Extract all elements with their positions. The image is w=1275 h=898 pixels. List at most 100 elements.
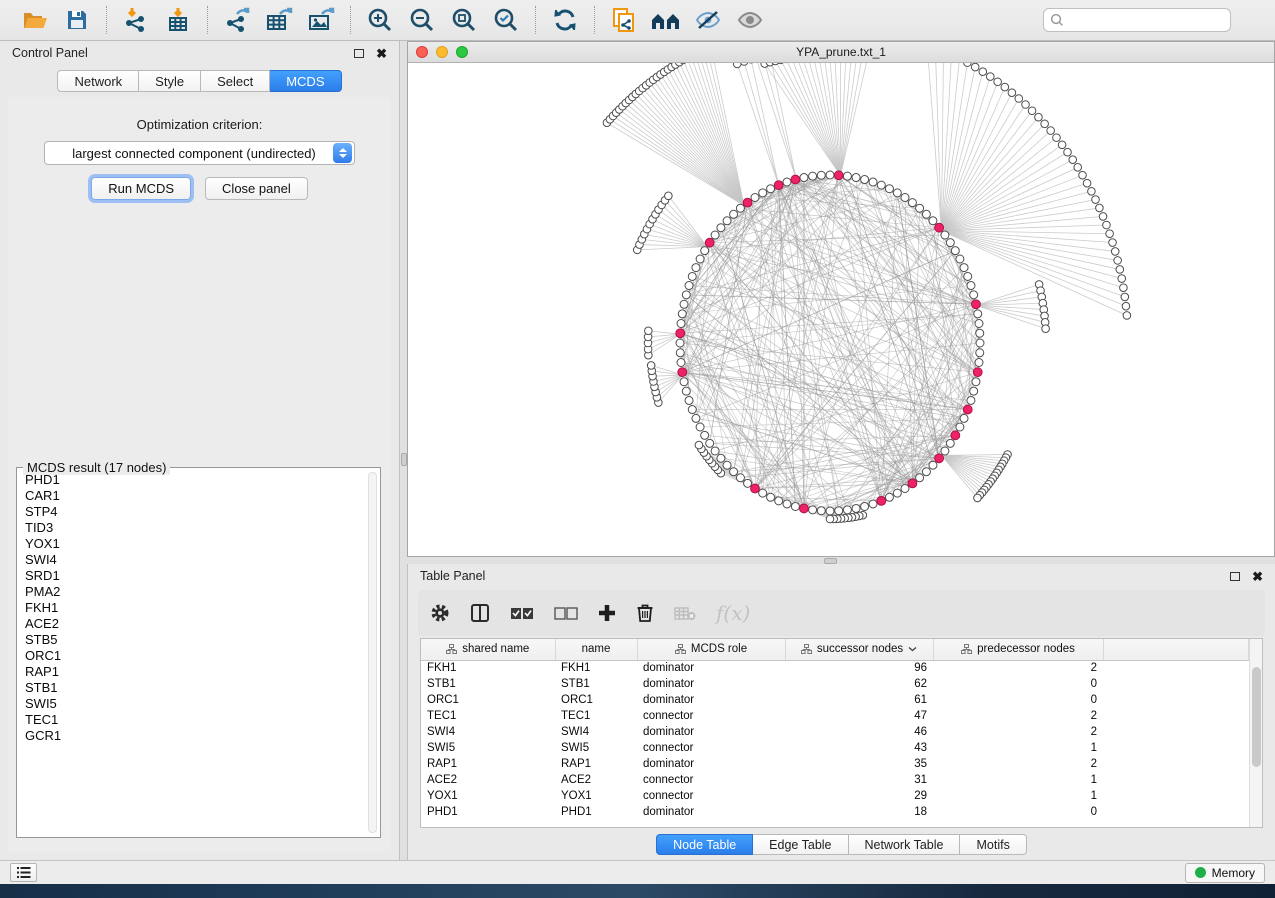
network-node[interactable]: [1088, 187, 1096, 195]
table-row[interactable]: STB1STB1dominator620: [421, 676, 1249, 692]
tab-select[interactable]: Select: [201, 70, 270, 92]
network-node[interactable]: [967, 282, 975, 290]
network-node[interactable]: [751, 194, 759, 202]
network-node[interactable]: [964, 63, 972, 66]
network-node[interactable]: [688, 406, 696, 414]
close-panel-button[interactable]: Close panel: [205, 177, 308, 200]
network-node[interactable]: [717, 224, 725, 232]
mcds-network-node[interactable]: [678, 368, 687, 377]
table-row[interactable]: ACE2ACE2connector311: [421, 772, 1249, 788]
mcds-result-item[interactable]: PHD1: [21, 472, 366, 488]
network-node[interactable]: [696, 423, 704, 431]
search-input[interactable]: [1043, 8, 1231, 32]
mcds-network-node[interactable]: [908, 479, 917, 488]
mcds-network-node[interactable]: [751, 484, 760, 493]
network-node[interactable]: [759, 489, 767, 497]
network-node[interactable]: [1116, 266, 1124, 274]
network-node[interactable]: [1001, 83, 1009, 91]
network-node[interactable]: [1096, 204, 1104, 212]
network-node[interactable]: [1123, 312, 1131, 320]
import-network-button[interactable]: [117, 4, 155, 36]
tab-motifs[interactable]: Motifs: [960, 834, 1026, 855]
mcds-result-item[interactable]: YOX1: [21, 536, 366, 552]
float-panel-icon[interactable]: [354, 49, 364, 58]
network-node[interactable]: [678, 310, 686, 318]
network-node[interactable]: [979, 68, 987, 76]
col-header-successor-nodes[interactable]: successor nodes: [785, 639, 933, 660]
clone-network-button[interactable]: [605, 4, 643, 36]
mcds-result-item[interactable]: GCR1: [21, 728, 366, 744]
network-node[interactable]: [922, 468, 930, 476]
tab-style[interactable]: Style: [139, 70, 201, 92]
table-row[interactable]: SWI5SWI5connector431: [421, 740, 1249, 756]
network-node[interactable]: [908, 199, 916, 207]
network-node[interactable]: [775, 497, 783, 505]
network-node[interactable]: [730, 210, 738, 218]
network-node[interactable]: [976, 339, 984, 347]
network-node[interactable]: [791, 502, 799, 510]
network-node[interactable]: [901, 194, 909, 202]
col-header-mcds-role[interactable]: MCDS role: [637, 639, 785, 660]
table-row[interactable]: RAP1RAP1dominator352: [421, 756, 1249, 772]
table-row[interactable]: YOX1YOX1connector291: [421, 788, 1249, 804]
network-node[interactable]: [976, 349, 984, 357]
mcds-result-item[interactable]: TID3: [21, 520, 366, 536]
network-node[interactable]: [1109, 239, 1117, 247]
network-node[interactable]: [885, 185, 893, 193]
network-node[interactable]: [893, 189, 901, 197]
network-node[interactable]: [1008, 89, 1016, 97]
mcds-network-node[interactable]: [935, 223, 944, 232]
mcds-network-node[interactable]: [972, 300, 981, 309]
network-node[interactable]: [970, 291, 978, 299]
network-node[interactable]: [809, 506, 817, 514]
delete-column-icon[interactable]: [636, 603, 654, 623]
tab-edge-table[interactable]: Edge Table: [753, 834, 848, 855]
network-node[interactable]: [1022, 101, 1030, 109]
col-header-name[interactable]: name: [555, 639, 637, 660]
float-panel-icon[interactable]: [1230, 572, 1240, 581]
network-node[interactable]: [744, 479, 752, 487]
network-node[interactable]: [676, 339, 684, 347]
network-node[interactable]: [1074, 164, 1082, 172]
mcds-network-node[interactable]: [963, 405, 972, 414]
close-panel-icon[interactable]: ✖: [1252, 570, 1263, 583]
network-node[interactable]: [960, 414, 968, 422]
network-node[interactable]: [680, 300, 688, 308]
network-node[interactable]: [951, 247, 959, 255]
mcds-network-node[interactable]: [774, 181, 783, 190]
network-node[interactable]: [970, 387, 978, 395]
mcds-result-item[interactable]: CAR1: [21, 488, 366, 504]
mcds-result-item[interactable]: TEC1: [21, 712, 366, 728]
network-node[interactable]: [1047, 127, 1055, 135]
network-node[interactable]: [986, 73, 994, 81]
close-panel-icon[interactable]: ✖: [376, 47, 387, 60]
mcds-result-item[interactable]: ORC1: [21, 648, 366, 664]
network-node[interactable]: [861, 502, 869, 510]
network-node[interactable]: [682, 387, 690, 395]
network-node[interactable]: [1064, 148, 1072, 156]
network-node[interactable]: [960, 264, 968, 272]
network-node[interactable]: [901, 484, 909, 492]
tab-network[interactable]: Network: [57, 70, 139, 92]
mcds-result-item[interactable]: STB5: [21, 632, 366, 648]
export-table-button[interactable]: [260, 4, 298, 36]
network-node[interactable]: [688, 272, 696, 280]
mcds-result-item[interactable]: FKH1: [21, 600, 366, 616]
tab-mcds[interactable]: MCDS: [270, 70, 341, 92]
network-node[interactable]: [826, 515, 834, 523]
hide-selected-button[interactable]: [689, 4, 727, 36]
network-node[interactable]: [692, 264, 700, 272]
network-node[interactable]: [711, 231, 719, 239]
network-node[interactable]: [852, 174, 860, 182]
network-node[interactable]: [1035, 113, 1043, 121]
deselect-all-columns-icon[interactable]: [554, 607, 578, 620]
network-node[interactable]: [956, 423, 964, 431]
network-node[interactable]: [1114, 257, 1122, 265]
table-row[interactable]: ORC1ORC1dominator610: [421, 692, 1249, 708]
select-all-columns-icon[interactable]: [510, 607, 534, 620]
mcds-network-node[interactable]: [705, 238, 714, 247]
network-node[interactable]: [835, 507, 843, 515]
network-node[interactable]: [701, 431, 709, 439]
network-node[interactable]: [1028, 107, 1036, 115]
network-node[interactable]: [1053, 134, 1061, 142]
